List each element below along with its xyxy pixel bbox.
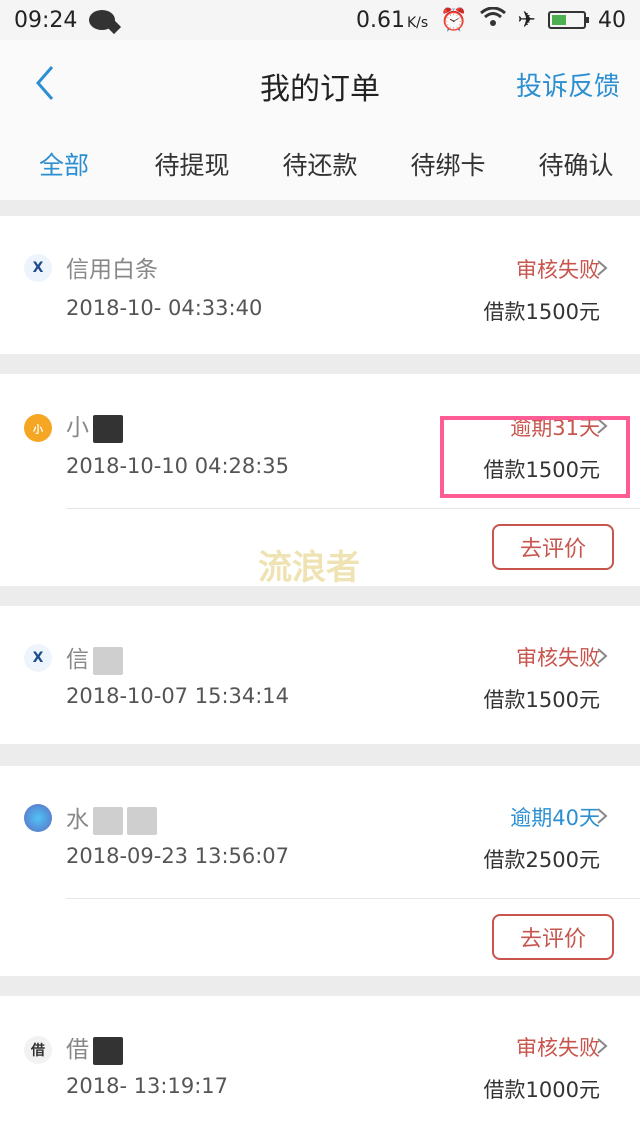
order-time: 2018-10- 04:33:40 [66, 296, 263, 320]
order-time: 2018-10-07 15:34:14 [66, 684, 290, 708]
redaction-block [93, 646, 123, 675]
lender-name: 信 [66, 640, 123, 675]
tab-pending-bind-card[interactable]: 待绑卡 [384, 146, 512, 182]
wifi-icon [479, 6, 506, 33]
alarm-icon: ⏰ [440, 7, 468, 33]
loan-amount: 借款1500元 [483, 688, 600, 712]
status-time: 09:24 [14, 7, 78, 33]
network-speed: 0.61 K/s [355, 7, 429, 33]
order-status: 逾期40天 [510, 806, 600, 830]
lender-name: 水 [66, 800, 157, 835]
order-status: 审核失败 [516, 1036, 600, 1060]
lender-name: 信用白条 [66, 257, 158, 283]
chevron-right-icon [597, 808, 608, 824]
chevron-right-icon [597, 648, 608, 664]
order-card[interactable]: X 信用白条 2018-10- 04:33:40 审核失败 借款1500元 [0, 216, 640, 354]
order-status: 审核失败 [516, 258, 600, 282]
chevron-right-icon [597, 260, 608, 276]
lender-name: 小 [66, 408, 123, 443]
watermark: 流浪者 [258, 548, 360, 588]
lender-logo-icon [24, 804, 52, 832]
wechat-icon [89, 10, 116, 30]
divider [66, 898, 640, 899]
battery-level: 40 [598, 7, 626, 33]
order-time: 2018-09-23 13:56:07 [66, 844, 290, 868]
redaction-block [127, 806, 157, 835]
loan-amount: 借款1500元 [483, 300, 600, 324]
order-time: 2018-10-10 04:28:35 [66, 454, 290, 478]
chevron-right-icon [597, 1038, 608, 1054]
airplane-icon: ✈ [517, 7, 536, 33]
lender-logo-icon: X [24, 644, 52, 672]
status-bar: 09:24 0.61 K/s ⏰ ✈ 40 [0, 0, 640, 40]
complaint-feedback-link[interactable]: 投诉反馈 [516, 66, 620, 103]
redaction-block [93, 1036, 123, 1065]
nav-bar: 我的订单 投诉反馈 [0, 40, 640, 128]
tab-pending-withdraw[interactable]: 待提现 [128, 146, 256, 182]
lender-logo-icon: X [24, 254, 52, 282]
redaction-block [93, 806, 123, 835]
rate-button[interactable]: 去评价 [492, 914, 614, 960]
order-card[interactable]: 水 2018-09-23 13:56:07 逾期40天 借款2500元 去评价 [0, 766, 640, 976]
order-time: 2018- 13:19:17 [66, 1074, 229, 1098]
tab-pending-confirm[interactable]: 待确认 [512, 146, 640, 182]
order-status: 审核失败 [516, 646, 600, 670]
rate-button[interactable]: 去评价 [492, 524, 614, 570]
tab-pending-repay[interactable]: 待还款 [256, 146, 384, 182]
battery-icon [548, 11, 589, 29]
order-card[interactable]: X 信 2018-10-07 15:34:14 审核失败 借款1500元 [0, 606, 640, 744]
lender-name: 借 [66, 1030, 123, 1065]
loan-amount: 借款1000元 [483, 1078, 600, 1102]
redaction-block [93, 414, 123, 443]
order-tabs: 全部 待提现 待还款 待绑卡 待确认 [0, 128, 640, 200]
lender-logo-icon: 借 [24, 1036, 52, 1064]
highlight-box [440, 416, 630, 498]
tab-all[interactable]: 全部 [0, 146, 128, 182]
lender-logo-icon: 小 [24, 414, 52, 442]
loan-amount: 借款2500元 [483, 848, 600, 872]
order-card[interactable]: 借 借 2018- 13:19:17 审核失败 借款1000元 [0, 996, 640, 1138]
divider [66, 508, 640, 509]
